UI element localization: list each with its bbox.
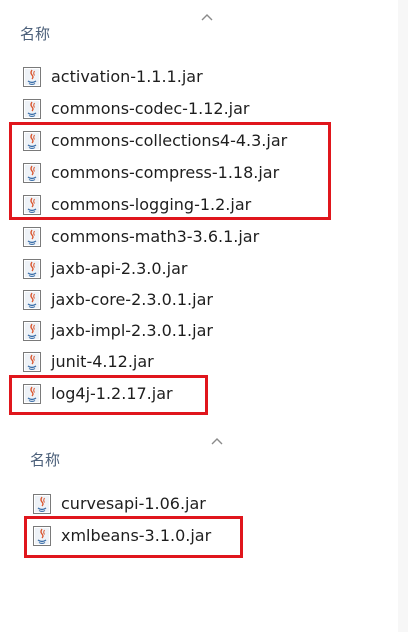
file-item-xmlbeans[interactable]: xmlbeans-3.1.0.jar xyxy=(32,522,211,550)
file-item-commons-codec[interactable]: commons-codec-1.12.jar xyxy=(22,95,250,123)
file-name: commons-codec-1.12.jar xyxy=(51,99,250,118)
file-name: commons-collections4-4.3.jar xyxy=(51,131,288,150)
file-item-curvesapi[interactable]: curvesapi-1.06.jar xyxy=(32,490,206,518)
file-item-commons-logging[interactable]: commons-logging-1.2.jar xyxy=(22,191,251,219)
file-name: activation-1.1.1.jar xyxy=(51,67,203,86)
file-item-junit[interactable]: junit-4.12.jar xyxy=(22,348,154,376)
file-name: commons-logging-1.2.jar xyxy=(51,195,252,214)
file-name: curvesapi-1.06.jar xyxy=(61,494,206,513)
java-jar-file-icon xyxy=(22,320,42,342)
file-name: xmlbeans-3.1.0.jar xyxy=(61,526,212,545)
file-item-commons-collections4[interactable]: commons-collections4-4.3.jar xyxy=(22,127,287,155)
java-jar-file-icon xyxy=(22,351,42,373)
file-item-activation[interactable]: activation-1.1.1.jar xyxy=(22,63,203,91)
java-jar-file-icon xyxy=(22,258,42,280)
java-jar-file-icon xyxy=(22,130,42,152)
file-name: jaxb-core-2.3.0.1.jar xyxy=(51,290,213,309)
file-item-commons-math3[interactable]: commons-math3-3.6.1.jar xyxy=(22,223,259,251)
column-header-name[interactable]: 名称 xyxy=(30,450,60,470)
java-jar-file-icon xyxy=(22,194,42,216)
file-item-jaxb-impl[interactable]: jaxb-impl-2.3.0.1.jar xyxy=(22,317,213,345)
file-name: commons-math3-3.6.1.jar xyxy=(51,227,260,246)
file-item-commons-compress[interactable]: commons-compress-1.18.jar xyxy=(22,159,279,187)
sort-ascending-icon[interactable] xyxy=(200,12,214,22)
file-item-log4j[interactable]: log4j-1.2.17.jar xyxy=(22,380,173,408)
java-jar-file-icon xyxy=(22,226,42,248)
file-name: jaxb-api-2.3.0.jar xyxy=(51,259,188,278)
java-jar-file-icon xyxy=(22,383,42,405)
file-list-panel: 名称 activation-1.1.1.jar commons-codec-1.… xyxy=(0,0,408,632)
java-jar-file-icon xyxy=(22,162,42,184)
java-jar-file-icon xyxy=(32,493,52,515)
pane-edge xyxy=(398,0,408,632)
java-jar-file-icon xyxy=(22,289,42,311)
file-item-jaxb-core[interactable]: jaxb-core-2.3.0.1.jar xyxy=(22,286,213,314)
file-name: jaxb-impl-2.3.0.1.jar xyxy=(51,321,213,340)
java-jar-file-icon xyxy=(32,525,52,547)
file-item-jaxb-api[interactable]: jaxb-api-2.3.0.jar xyxy=(22,255,187,283)
file-name: junit-4.12.jar xyxy=(51,352,154,371)
java-jar-file-icon xyxy=(22,66,42,88)
file-name: log4j-1.2.17.jar xyxy=(51,384,173,403)
java-jar-file-icon xyxy=(22,98,42,120)
column-header-name[interactable]: 名称 xyxy=(20,24,50,44)
sort-ascending-icon[interactable] xyxy=(210,436,224,446)
file-name: commons-compress-1.18.jar xyxy=(51,163,280,182)
